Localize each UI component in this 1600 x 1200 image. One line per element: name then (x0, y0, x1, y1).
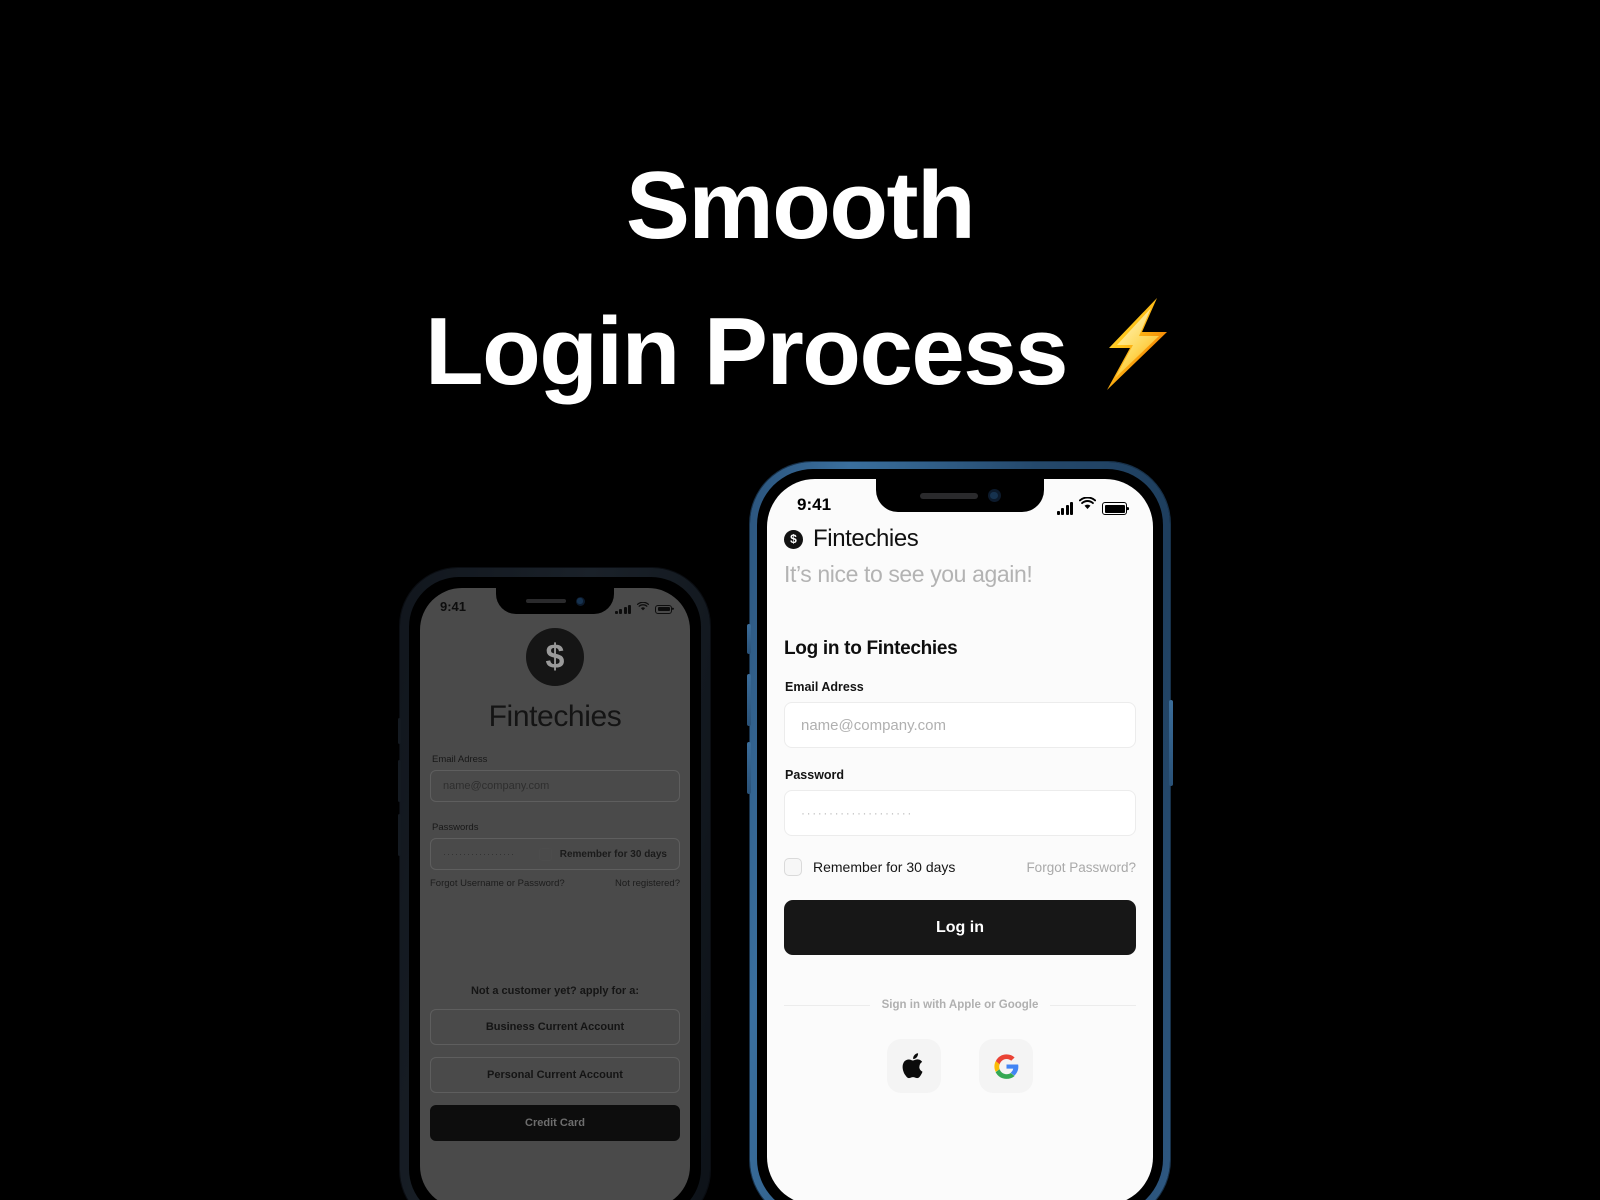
back-phone-mockup: 9:41 $ Fintechies Email Adress name@comp… (398, 568, 710, 1200)
front-camera-icon (987, 489, 1001, 502)
brand-title: Fintechies (488, 700, 622, 733)
form-heading: Log in to Fintechies (784, 638, 958, 659)
personal-current-account-button[interactable]: Personal Current Account (430, 1057, 680, 1093)
cellular-signal-icon (614, 604, 631, 614)
password-input[interactable]: ·················· (443, 849, 515, 859)
email-label: Email Adress (785, 680, 864, 694)
front-phone-notch (876, 479, 1044, 512)
divider-line-left (784, 1004, 870, 1006)
back-phone-notch (496, 588, 614, 614)
front-phone-mockup: 9:41 $ Fintechies It’s nice to see you a… (747, 462, 1173, 1200)
greeting-text: It’s nice to see you again! (784, 561, 1033, 587)
back-phone-content: $ Fintechies Email Adress name@company.c… (420, 620, 690, 1141)
remember-me-checkbox[interactable] (538, 847, 552, 861)
brand-logo-icon: $ (526, 628, 584, 686)
front-phone-screen: 9:41 $ Fintechies It’s nice to see you a… (767, 479, 1153, 1200)
cellular-signal-icon (1056, 502, 1073, 515)
apple-signin-button[interactable] (887, 1039, 941, 1093)
earpiece-speaker-icon (525, 599, 566, 603)
front-camera-icon (575, 596, 585, 606)
brand-name: Fintechies (813, 525, 919, 552)
login-button[interactable]: Log in (784, 900, 1136, 955)
social-divider-label: Sign in with Apple or Google (881, 999, 1039, 1011)
headline-line-2-text: Login Process (425, 298, 1069, 405)
options-row: Remember for 30 days Forgot Password? (784, 858, 1136, 876)
email-input[interactable]: name@company.com (430, 770, 680, 802)
remember-me-checkbox[interactable] (784, 858, 802, 876)
back-phone-volume-down-button (398, 814, 401, 856)
headline-line-1: Smooth (625, 152, 976, 259)
status-time: 9:41 (797, 495, 832, 514)
forgot-password-link[interactable]: Forgot Password? (1026, 860, 1136, 875)
forgot-credentials-link[interactable]: Forgot Username or Password? (430, 878, 565, 889)
front-phone-content: $ Fintechies It’s nice to see you again!… (767, 525, 1153, 1093)
remember-me-group[interactable]: Remember for 30 days (784, 858, 955, 876)
high-voltage-emoji (1089, 296, 1175, 416)
earpiece-speaker-icon (919, 492, 978, 499)
back-phone-mute-switch (398, 718, 401, 744)
password-label: Password (785, 768, 845, 782)
divider-line-right (1050, 1004, 1137, 1006)
screenshot-canvas: Smooth Login Process 9:41 $ Fintechies E… (0, 0, 1600, 1200)
front-phone-volume-down-button (747, 742, 751, 794)
social-buttons-row (784, 1039, 1136, 1093)
page-title: Smooth Login Process (0, 150, 1600, 416)
wifi-icon (636, 599, 650, 614)
status-time: 9:41 (440, 598, 467, 614)
wifi-icon (1078, 495, 1097, 515)
brand-logo-icon: $ (784, 529, 803, 549)
status-icons (1056, 495, 1127, 515)
apple-icon (902, 1053, 923, 1079)
email-label: Email Adress (432, 754, 488, 765)
password-input[interactable]: ···················· (784, 790, 1136, 836)
remember-me-label: Remember for 30 days (559, 848, 667, 860)
business-current-account-button[interactable]: Business Current Account (430, 1009, 680, 1045)
helper-links-row: Forgot Username or Password? Not registe… (430, 878, 680, 889)
password-masked-value: ···················· (801, 806, 913, 820)
status-icons (614, 599, 672, 614)
battery-icon (1102, 502, 1127, 515)
remember-me-group[interactable]: Remember for 30 days (538, 847, 667, 861)
back-phone-screen: 9:41 $ Fintechies Email Adress name@comp… (420, 588, 690, 1200)
battery-icon (655, 604, 672, 614)
back-phone-volume-up-button (398, 760, 401, 802)
password-label: Passwords (432, 822, 479, 833)
brand-header: $ Fintechies (784, 525, 1136, 553)
apply-prompt: Not a customer yet? apply for a: (470, 985, 640, 997)
credit-card-button[interactable]: Credit Card (430, 1105, 680, 1141)
front-phone-mute-switch (747, 624, 751, 654)
headline-line-2: Login Process (0, 296, 1600, 416)
email-input[interactable]: name@company.com (784, 702, 1136, 748)
google-icon (993, 1053, 1018, 1079)
remember-me-label: Remember for 30 days (813, 859, 956, 875)
social-divider: Sign in with Apple or Google (784, 999, 1137, 1011)
password-field-row[interactable]: ·················· Remember for 30 days (430, 838, 680, 870)
google-signin-button[interactable] (979, 1039, 1033, 1093)
not-registered-link[interactable]: Not registered? (615, 878, 680, 889)
front-phone-volume-up-button (747, 674, 751, 726)
front-phone-power-button (1169, 700, 1173, 786)
